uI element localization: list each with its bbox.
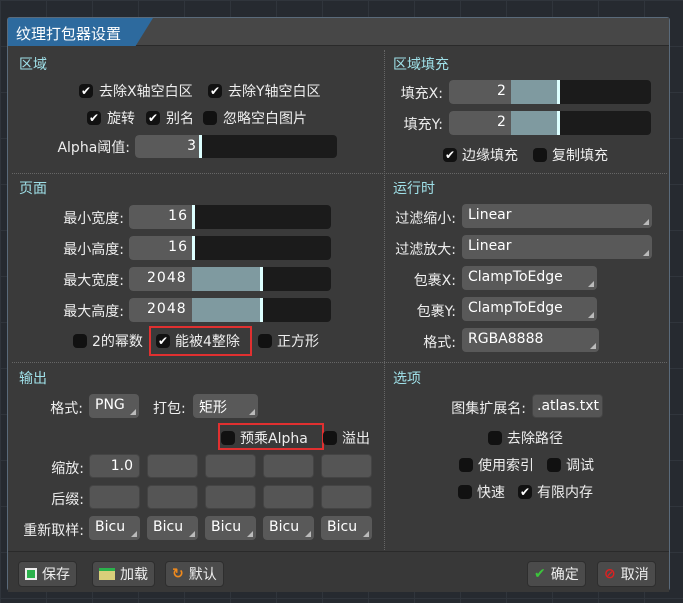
- use-indexes-checkbox[interactable]: 使用索引: [459, 455, 534, 475]
- duplicate-padding-checkbox[interactable]: 复制填充: [533, 145, 608, 165]
- ok-button[interactable]: ✔ 确定: [527, 561, 586, 587]
- check-icon: ✔: [79, 84, 93, 98]
- highlight-box: [149, 326, 252, 356]
- section-options-title: 选项: [393, 371, 421, 387]
- padding-x-slider[interactable]: 2: [449, 80, 651, 104]
- padding-x-label: 填充X:: [400, 86, 443, 102]
- resample-label: 重新取样:: [23, 523, 84, 539]
- pack-label: 打包:: [153, 401, 186, 417]
- dialog-title: 纹理打包器设置: [8, 18, 153, 46]
- wrap-x-dropdown[interactable]: ClampToEdge: [462, 266, 597, 290]
- runtime-format-dropdown[interactable]: RGBA8888: [462, 328, 599, 352]
- strip-x-checkbox[interactable]: ✔ 去除X轴空白区: [79, 81, 193, 101]
- max-height-slider[interactable]: 2048: [129, 298, 331, 322]
- alpha-threshold-slider[interactable]: 3: [135, 135, 337, 158]
- resample-dropdown-5[interactable]: Bicu: [321, 516, 372, 540]
- output-format-label: 格式:: [50, 401, 83, 417]
- button-bar: 保存 加载 ↻ 默认 ✔ 确定 ⊘ 取消: [8, 551, 669, 592]
- section-output-title: 输出: [19, 371, 47, 387]
- defaults-button[interactable]: ↻ 默认: [165, 561, 224, 587]
- check-icon: ✔: [518, 485, 532, 499]
- atlas-extension-input[interactable]: .atlas.txt: [532, 394, 603, 418]
- section-runtime-title: 运行时: [393, 181, 435, 197]
- square-checkbox[interactable]: 正方形: [258, 331, 319, 351]
- atlas-extension-label: 图集扩展名:: [451, 401, 526, 417]
- resample-dropdown-2[interactable]: Bicu: [147, 516, 198, 540]
- rotation-checkbox[interactable]: ✔ 旋转: [87, 108, 135, 128]
- ignore-blank-checkbox[interactable]: 忽略空白图片: [203, 108, 307, 128]
- filter-mag-label: 过滤放大:: [395, 242, 456, 258]
- wrap-y-dropdown[interactable]: ClampToEdge: [462, 297, 597, 321]
- suffix-input-2[interactable]: [147, 485, 198, 509]
- scale-input-2[interactable]: [147, 454, 198, 478]
- reset-icon: ↻: [172, 566, 184, 582]
- output-format-dropdown[interactable]: PNG: [89, 394, 139, 418]
- pack-dropdown[interactable]: 矩形: [193, 394, 258, 418]
- runtime-format-label: 格式:: [423, 335, 456, 351]
- texture-packer-settings-dialog: 纹理打包器设置 区域 ✔ 去除X轴空白区 ✔ 去除Y轴空白区 ✔ 旋转 ✔ 别名 忽略空…: [7, 17, 670, 592]
- scale-input-5[interactable]: [321, 454, 372, 478]
- scale-input-1[interactable]: 1.0: [89, 454, 140, 478]
- scale-input-4[interactable]: [263, 454, 314, 478]
- section-divider: [12, 173, 667, 174]
- min-height-slider[interactable]: 16: [129, 236, 331, 260]
- filter-min-dropdown[interactable]: Linear: [462, 204, 652, 228]
- resample-dropdown-3[interactable]: Bicu: [205, 516, 256, 540]
- section-padding-title: 区域填充: [393, 57, 449, 73]
- bleed-checkbox[interactable]: 溢出: [323, 428, 370, 448]
- check-icon: ✔: [208, 84, 222, 98]
- max-width-slider[interactable]: 2048: [129, 267, 331, 291]
- padding-y-slider[interactable]: 2: [449, 111, 651, 135]
- checkmark-icon: ✔: [534, 566, 546, 582]
- highlight-box: [218, 423, 324, 450]
- pot-checkbox[interactable]: 2的幂数: [73, 331, 143, 351]
- check-icon: ✔: [146, 111, 160, 125]
- load-button[interactable]: 加载: [92, 561, 155, 587]
- floppy-icon: [25, 568, 37, 580]
- title-bar[interactable]: 纹理打包器设置: [8, 18, 669, 46]
- save-button[interactable]: 保存: [18, 561, 77, 587]
- debug-checkbox[interactable]: 调试: [547, 455, 594, 475]
- section-page-title: 页面: [19, 181, 47, 197]
- fast-checkbox[interactable]: 快速: [458, 482, 505, 502]
- prohibit-icon: ⊘: [604, 566, 616, 582]
- section-region-title: 区域: [19, 57, 47, 73]
- suffix-label: 后缀:: [51, 492, 84, 508]
- strip-y-checkbox[interactable]: ✔ 去除Y轴空白区: [208, 81, 321, 101]
- suffix-input-4[interactable]: [263, 485, 314, 509]
- check-icon: ✔: [443, 148, 457, 162]
- section-divider: [12, 362, 667, 363]
- column-divider: [384, 50, 385, 550]
- wrap-y-label: 包裹Y:: [416, 304, 456, 320]
- alias-checkbox[interactable]: ✔ 别名: [146, 108, 194, 128]
- padding-y-label: 填充Y:: [403, 117, 443, 133]
- suffix-input-5[interactable]: [321, 485, 372, 509]
- suffix-input-1[interactable]: [89, 485, 140, 509]
- scale-input-3[interactable]: [205, 454, 256, 478]
- scale-label: 缩放:: [51, 461, 84, 477]
- filter-mag-dropdown[interactable]: Linear: [462, 235, 652, 259]
- folder-upload-icon: [99, 568, 115, 580]
- resample-dropdown-1[interactable]: Bicu: [89, 516, 140, 540]
- alpha-threshold-label: Alpha阈值:: [57, 140, 130, 156]
- min-height-label: 最小高度:: [63, 242, 124, 258]
- min-width-label: 最小宽度:: [63, 211, 124, 227]
- resample-dropdown-4[interactable]: Bicu: [263, 516, 314, 540]
- max-width-label: 最大宽度:: [63, 273, 124, 289]
- edge-padding-checkbox[interactable]: ✔ 边缘填充: [443, 145, 518, 165]
- check-icon: ✔: [87, 111, 101, 125]
- min-width-slider[interactable]: 16: [129, 205, 331, 229]
- max-height-label: 最大高度:: [63, 304, 124, 320]
- filter-min-label: 过滤缩小:: [395, 211, 456, 227]
- strip-paths-checkbox[interactable]: 去除路径: [488, 428, 563, 448]
- wrap-x-label: 包裹X:: [413, 273, 456, 289]
- suffix-input-3[interactable]: [205, 485, 256, 509]
- cancel-button[interactable]: ⊘ 取消: [597, 561, 656, 587]
- limit-memory-checkbox[interactable]: ✔ 有限内存: [518, 482, 593, 502]
